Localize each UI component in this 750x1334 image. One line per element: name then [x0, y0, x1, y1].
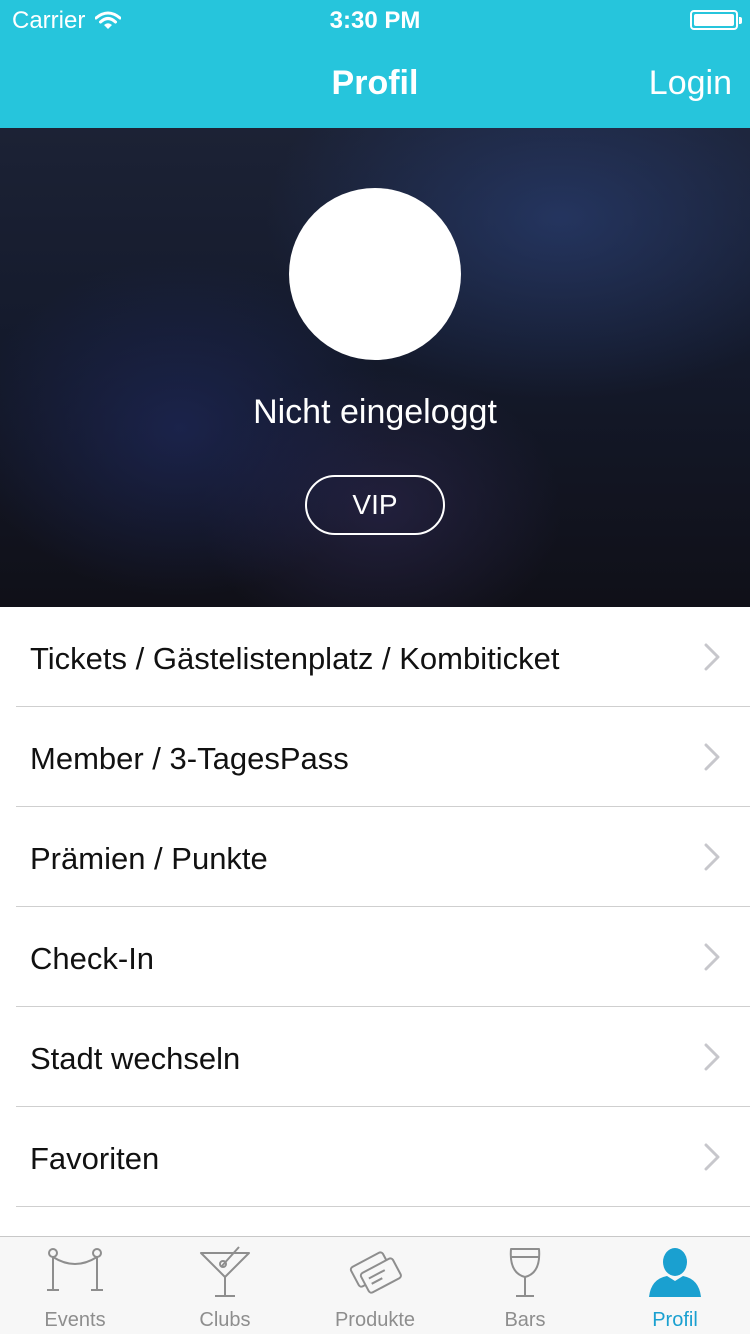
menu-item-tickets[interactable]: Tickets / Gästelistenplatz / Kombiticket	[0, 607, 750, 707]
tab-label: Bars	[504, 1309, 546, 1331]
chevron-right-icon	[704, 1143, 720, 1176]
chevron-right-icon	[704, 843, 720, 876]
menu-item-member[interactable]: Member / 3-TagesPass	[0, 707, 750, 807]
tab-bar: Events Clubs Produkte Bars Profil	[0, 1236, 750, 1334]
chevron-right-icon	[704, 643, 720, 676]
menu-item-favoriten[interactable]: Favoriten	[0, 1107, 750, 1207]
vip-button[interactable]: VIP	[305, 475, 445, 535]
navigation-header: Carrier 3:30 PM Profil Login	[0, 0, 750, 128]
tickets-icon	[300, 1245, 450, 1301]
divider	[16, 1206, 750, 1207]
menu-item-stadt-wechseln[interactable]: Stadt wechseln	[0, 1007, 750, 1107]
battery-icon	[690, 10, 742, 30]
tab-events[interactable]: Events	[0, 1237, 150, 1334]
menu-item-check-in[interactable]: Check-In	[0, 907, 750, 1007]
tab-clubs[interactable]: Clubs	[150, 1237, 300, 1334]
menu-item-label: Tickets / Gästelistenplatz / Kombiticket	[30, 641, 560, 676]
profile-header: Nicht eingeloggt VIP	[0, 128, 750, 607]
chevron-right-icon	[704, 1043, 720, 1076]
menu-item-label: Prämien / Punkte	[30, 841, 268, 876]
avatar[interactable]	[289, 188, 461, 360]
tab-bars[interactable]: Bars	[450, 1237, 600, 1334]
status-bar: Carrier 3:30 PM	[0, 0, 750, 40]
rope-barrier-icon	[0, 1245, 150, 1295]
tab-label: Profil	[652, 1309, 698, 1331]
cocktail-glass-icon	[150, 1245, 300, 1301]
chevron-right-icon	[704, 743, 720, 776]
clock: 3:30 PM	[329, 7, 421, 34]
login-button[interactable]: Login	[649, 64, 732, 103]
tab-label: Clubs	[199, 1309, 251, 1331]
tab-label: Produkte	[334, 1309, 416, 1331]
profile-menu: Tickets / Gästelistenplatz / Kombiticket…	[0, 607, 750, 1207]
wine-glass-icon	[450, 1245, 600, 1301]
login-status-text: Nicht eingeloggt	[253, 393, 497, 431]
tab-label: Events	[44, 1309, 106, 1331]
page-title: Profil	[331, 64, 419, 102]
menu-item-praemien[interactable]: Prämien / Punkte	[0, 807, 750, 907]
menu-item-label: Check-In	[30, 941, 155, 976]
tab-produkte[interactable]: Produkte	[300, 1237, 450, 1334]
menu-item-label: Favoriten	[30, 1141, 160, 1176]
menu-item-label: Stadt wechseln	[30, 1041, 241, 1076]
tab-profil[interactable]: Profil	[600, 1237, 750, 1334]
chevron-right-icon	[704, 943, 720, 976]
menu-item-label: Member / 3-TagesPass	[30, 741, 349, 776]
person-icon	[600, 1245, 750, 1301]
